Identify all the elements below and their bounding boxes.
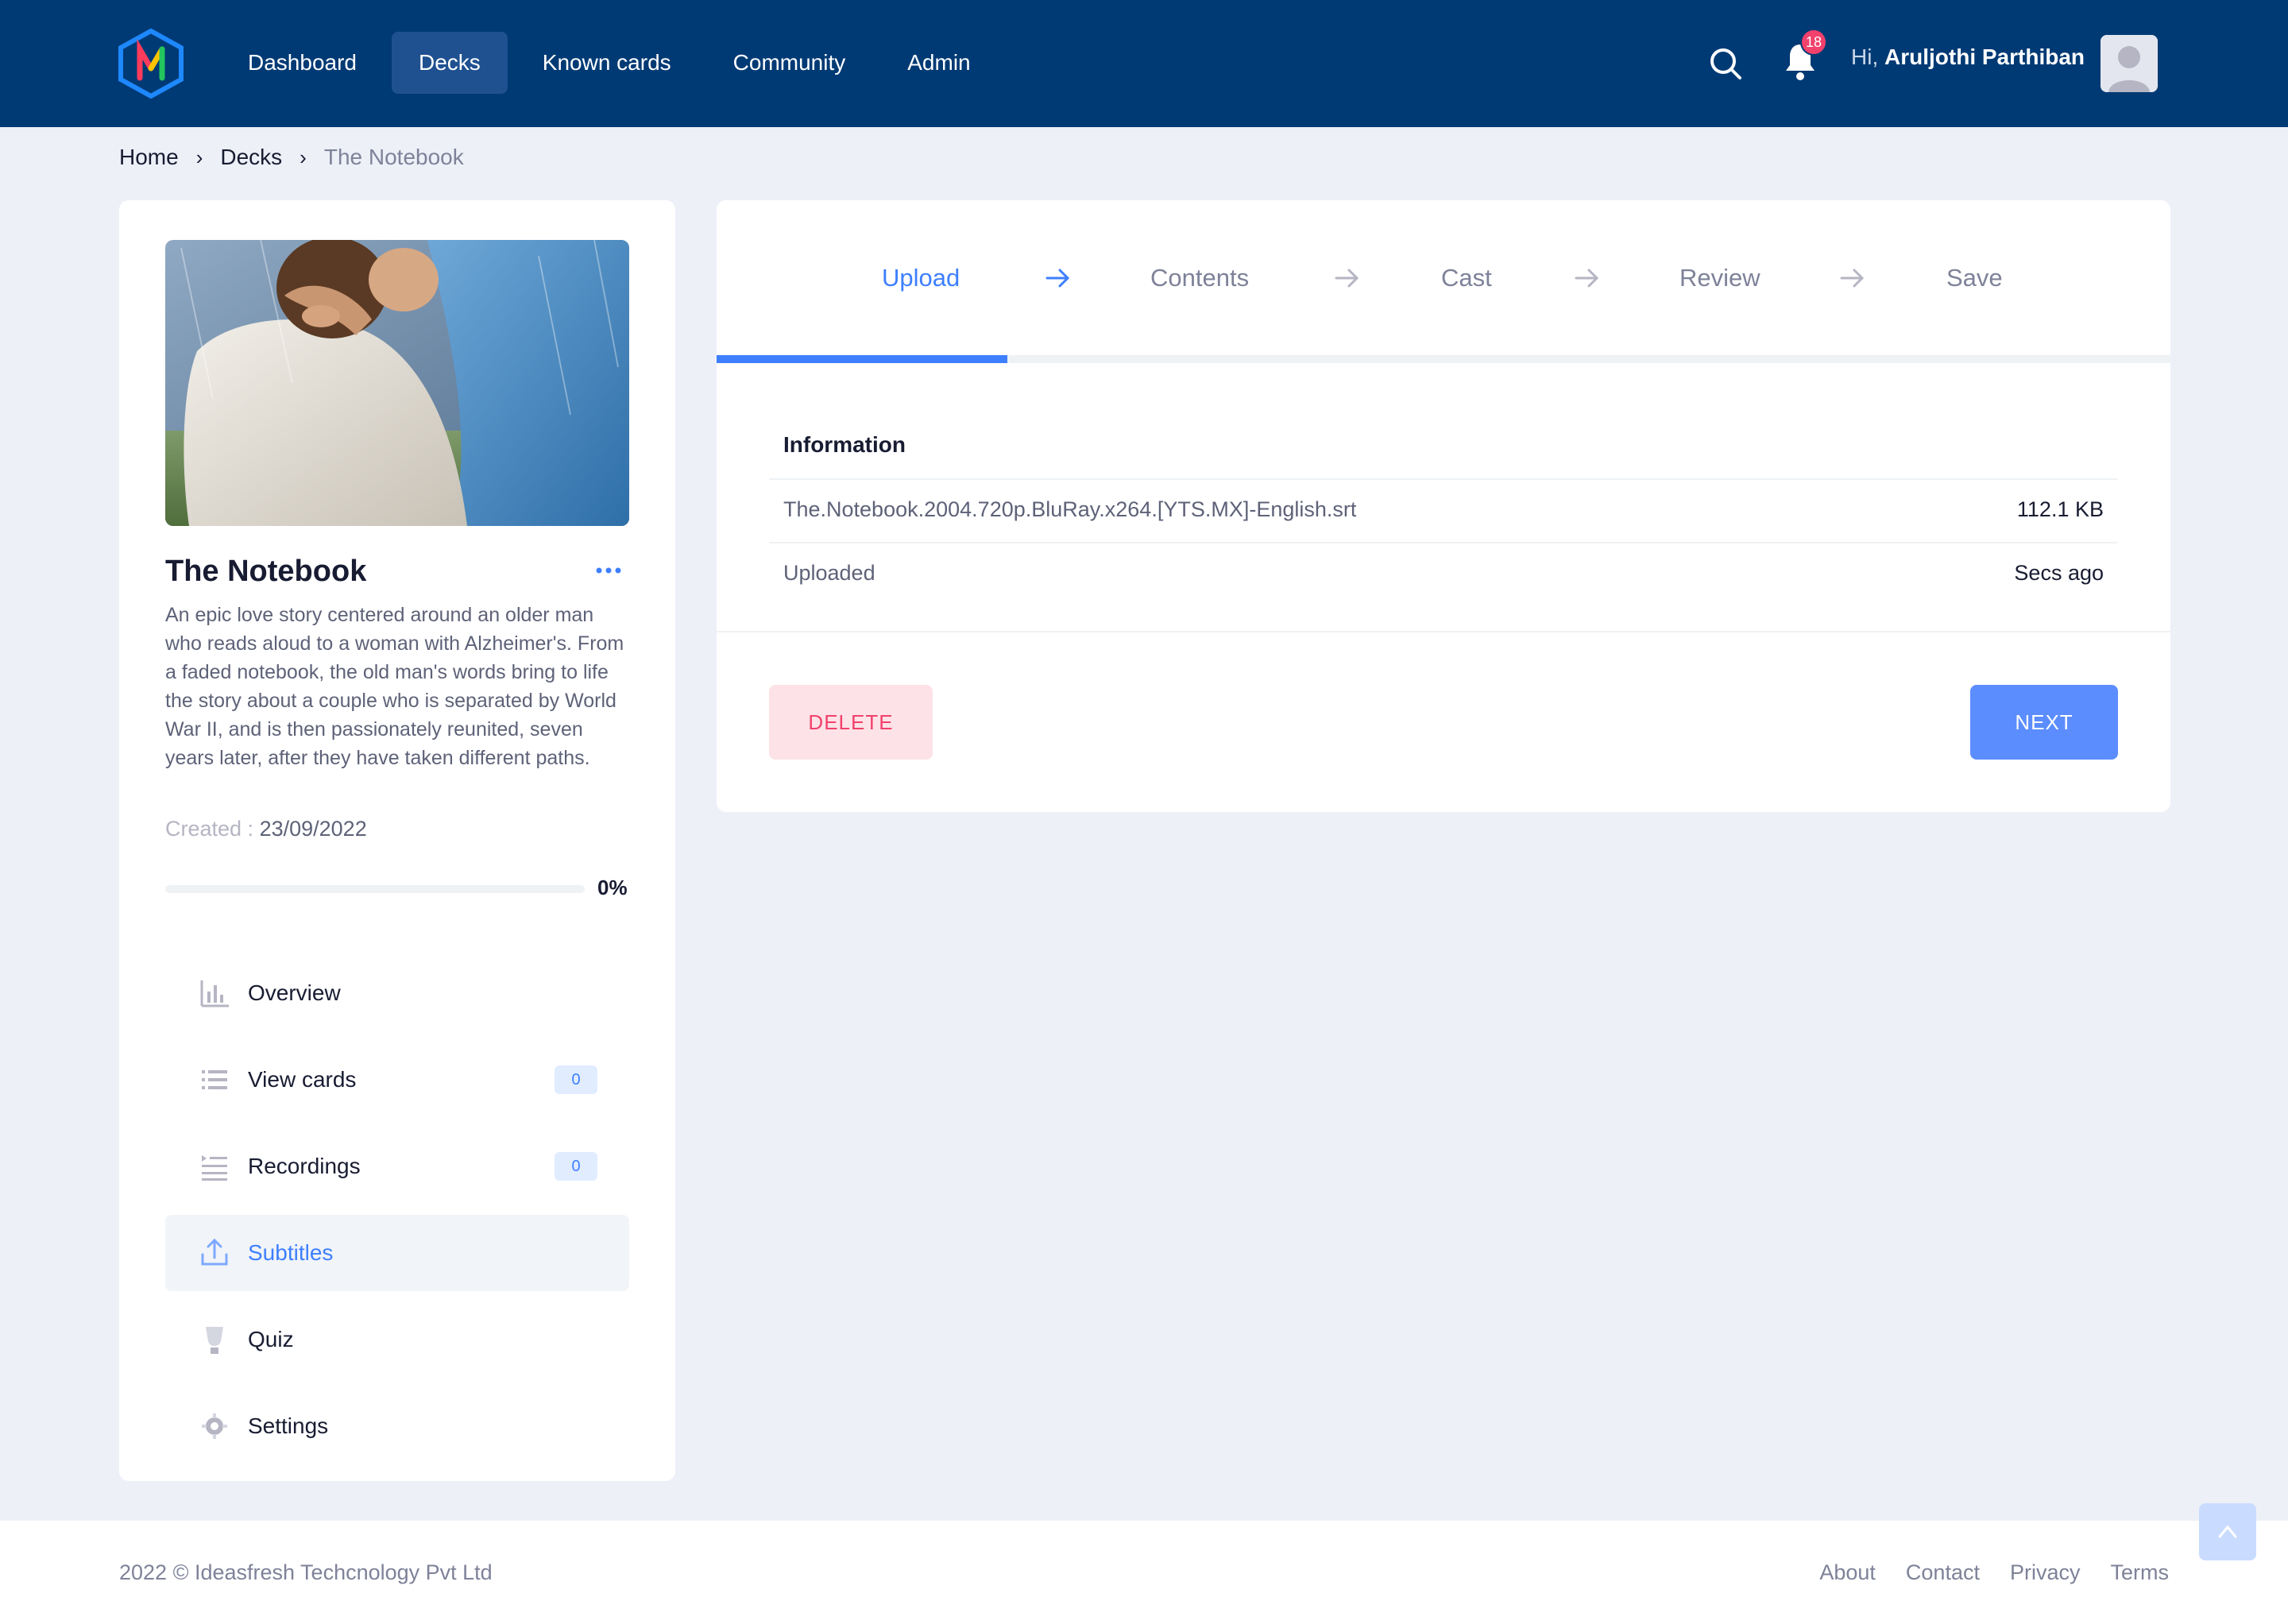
information-heading: Information xyxy=(783,432,906,457)
footer-link-terms[interactable]: Terms xyxy=(2111,1560,2170,1585)
deck-created: Created : 23/09/2022 xyxy=(165,817,367,841)
wizard-stepper: Upload Contents Cast Review Save xyxy=(717,248,2170,311)
gear-icon xyxy=(202,1413,227,1439)
breadcrumb: Home › Decks › The Notebook xyxy=(119,145,464,170)
next-button[interactable]: NEXT xyxy=(1970,685,2118,760)
main-nav: Dashboard Decks Known cards Community Ad… xyxy=(221,32,1006,94)
deck-menu: Overview View cards 0 Recordings 0 Subti… xyxy=(165,955,629,1475)
arrow-right-icon xyxy=(1575,269,1599,288)
menu-item-subtitles[interactable]: Subtitles xyxy=(165,1215,629,1291)
step-save[interactable]: Save xyxy=(1946,264,2003,292)
nav-decks[interactable]: Decks xyxy=(391,32,508,94)
avatar-icon xyxy=(2101,35,2158,92)
breadcrumb-decks[interactable]: Decks xyxy=(220,145,282,170)
greeting-prefix: Hi, xyxy=(1851,44,1879,69)
menu-label: Recordings xyxy=(248,1154,361,1178)
menu-item-quiz[interactable]: Quiz xyxy=(165,1301,629,1378)
step-contents[interactable]: Contents xyxy=(1150,264,1249,292)
menu-label: Subtitles xyxy=(248,1240,334,1265)
menu-label: Settings xyxy=(248,1413,329,1438)
wizard-progress-fill xyxy=(717,355,1007,363)
notification-badge: 18 xyxy=(1800,29,1827,56)
more-options-icon[interactable] xyxy=(594,563,623,578)
breadcrumb-home[interactable]: Home xyxy=(119,145,179,170)
nav-community[interactable]: Community xyxy=(706,32,873,94)
divider xyxy=(717,631,2170,632)
upload-icon xyxy=(201,1238,228,1266)
nav-admin[interactable]: Admin xyxy=(880,32,997,94)
menu-item-overview[interactable]: Overview xyxy=(165,955,629,1031)
subtitle-file-name: The.Notebook.2004.720p.BluRay.x264.[YTS.… xyxy=(783,497,1357,521)
step-cast[interactable]: Cast xyxy=(1441,264,1492,292)
nav-known-cards[interactable]: Known cards xyxy=(516,32,698,94)
user-greeting[interactable]: Hi, Aruljothi Parthiban xyxy=(1851,44,2085,70)
chevron-right-icon: › xyxy=(300,145,307,169)
divider xyxy=(769,542,2118,543)
deck-description: An epic love story centered around an ol… xyxy=(165,604,624,769)
menu-label: Quiz xyxy=(248,1327,294,1351)
scroll-to-top-button[interactable] xyxy=(2199,1503,2256,1560)
menu-label: Overview xyxy=(248,980,341,1005)
footer: 2022 © Ideasfresh Techcnology Pvt Ltd Ab… xyxy=(0,1521,2288,1624)
chevron-up-icon xyxy=(2218,1525,2237,1538)
subtitle-upload-wizard: Upload Contents Cast Review Save Informa… xyxy=(717,200,2170,812)
chart-bar-icon xyxy=(200,980,229,1007)
top-navbar: Dashboard Decks Known cards Community Ad… xyxy=(0,0,2288,127)
deck-info-card: The Notebook An epic love story centered… xyxy=(119,200,675,1481)
menu-item-settings[interactable]: Settings xyxy=(165,1388,629,1464)
list-icon xyxy=(202,1070,227,1089)
trophy-icon xyxy=(206,1327,223,1354)
created-date: 23/09/2022 xyxy=(259,817,367,841)
chevron-right-icon: › xyxy=(195,145,203,169)
menu-label: View cards xyxy=(248,1067,357,1092)
menu-item-view-cards[interactable]: View cards 0 xyxy=(165,1042,629,1118)
uploaded-value: Secs ago xyxy=(2014,561,2104,585)
subtitle-file-size: 112.1 KB xyxy=(2016,497,2104,521)
deck-title: The Notebook xyxy=(165,555,367,588)
wizard-progress-bar xyxy=(717,355,2170,363)
arrow-right-icon xyxy=(1045,269,1070,288)
step-upload[interactable]: Upload xyxy=(882,264,960,292)
recordings-count-badge: 0 xyxy=(555,1152,597,1181)
delete-button[interactable]: DELETE xyxy=(769,685,933,760)
deck-progress-bar xyxy=(165,885,585,893)
user-name: Aruljothi Parthiban xyxy=(1884,44,2085,69)
created-label: Created : xyxy=(165,817,254,841)
footer-link-contact[interactable]: Contact xyxy=(1906,1560,1980,1585)
uploaded-label: Uploaded xyxy=(783,561,875,585)
footer-link-about[interactable]: About xyxy=(1819,1560,1876,1585)
footer-link-privacy[interactable]: Privacy xyxy=(2010,1560,2081,1585)
breadcrumb-current: The Notebook xyxy=(323,145,464,169)
deck-poster-image xyxy=(165,240,629,526)
recording-list-icon xyxy=(202,1155,227,1181)
copyright-text: 2022 © Ideasfresh Techcnology Pvt Ltd xyxy=(119,1560,493,1584)
step-review[interactable]: Review xyxy=(1679,264,1760,292)
app-logo-icon[interactable] xyxy=(118,29,184,99)
view-cards-count-badge: 0 xyxy=(555,1065,597,1094)
avatar[interactable] xyxy=(2101,35,2158,92)
search-icon[interactable] xyxy=(1708,46,1743,81)
nav-dashboard[interactable]: Dashboard xyxy=(221,32,384,94)
deck-progress-label: 0% xyxy=(597,876,628,899)
arrow-right-icon xyxy=(1335,269,1359,288)
divider xyxy=(769,478,2118,480)
footer-links: About Contact Privacy Terms xyxy=(1819,1560,2169,1585)
menu-item-recordings[interactable]: Recordings 0 xyxy=(165,1128,629,1204)
arrow-right-icon xyxy=(1840,269,1865,288)
